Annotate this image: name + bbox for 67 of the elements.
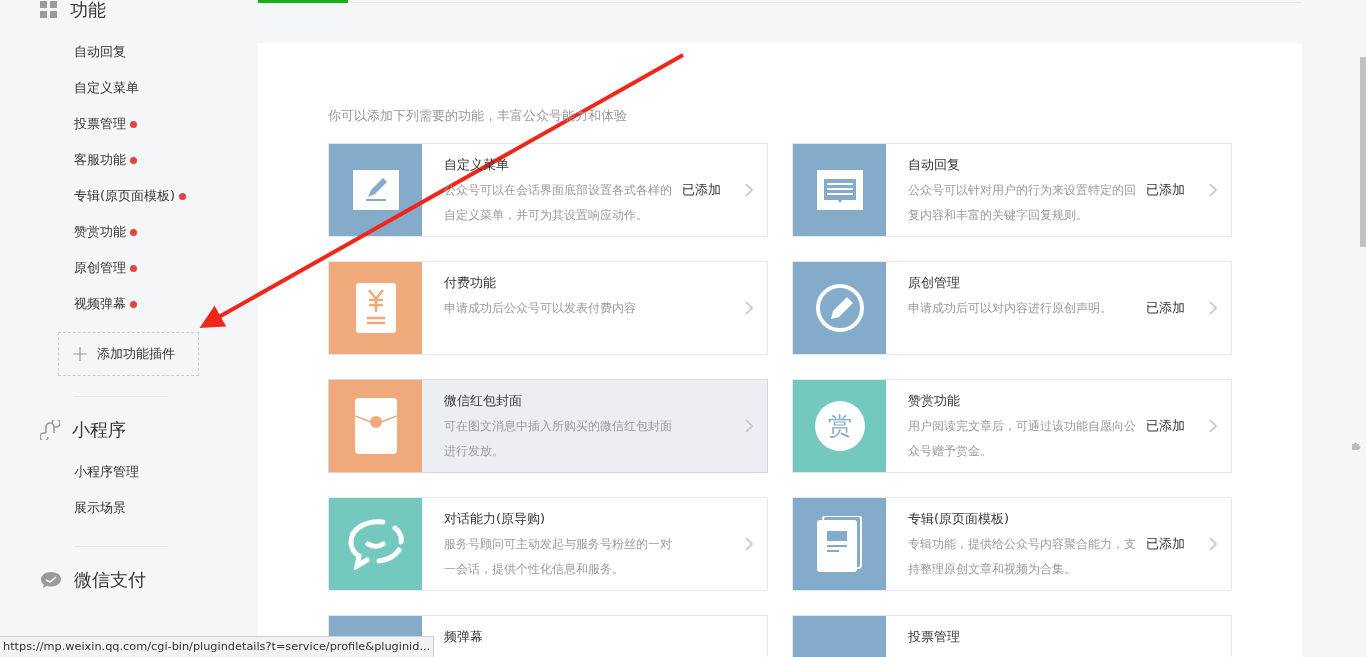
plugin-card[interactable]: 原创管理 申请成功后可以对内容进行原创声明。 已添加 bbox=[792, 261, 1232, 355]
chevron-right-icon bbox=[745, 537, 753, 551]
added-status: 已添加 bbox=[1146, 299, 1185, 317]
added-status: 已添加 bbox=[682, 181, 721, 199]
nav-item[interactable]: 视频弹幕 bbox=[0, 286, 145, 322]
added-status: 已添加 bbox=[1146, 535, 1185, 553]
nav-item[interactable]: 小程序管理 bbox=[0, 454, 147, 490]
chevron-right-icon bbox=[1209, 419, 1217, 433]
album-icon bbox=[816, 516, 863, 572]
plugin-card[interactable]: 付费功能 申请成功后公众号可以发表付费内容 bbox=[328, 261, 768, 355]
receipt-icon bbox=[355, 283, 396, 333]
envelope-icon bbox=[354, 398, 397, 454]
plugin-card[interactable]: 专辑(原页面模板) 专辑功能，提供给公众号内容聚合能力，支持整理原创文章和视频为合集。 已添加 bbox=[792, 497, 1232, 591]
plugin-title: 原创管理 bbox=[908, 274, 961, 292]
plugin-card[interactable]: 微信红包封面 可在图文消息中插入所购买的微信红包封面进行发放。 bbox=[328, 379, 768, 473]
plugin-title: 专辑(原页面模板) bbox=[908, 510, 1011, 528]
chat-icon bbox=[40, 571, 62, 589]
active-tab-indicator[interactable] bbox=[258, 0, 348, 3]
chevron-right-icon bbox=[745, 419, 753, 433]
plugin-title: 对话能力(原导购) bbox=[444, 510, 547, 528]
plugin-description: 用户阅读完文章后，可通过该功能自愿向公众号赠予赏金。 bbox=[908, 418, 1137, 460]
reward-badge: 赏 bbox=[814, 401, 865, 451]
plugin-description: 申请成功后可以对内容进行原创声明。 bbox=[908, 300, 1113, 317]
plugin-title: 赞赏功能 bbox=[908, 392, 961, 410]
nav-item[interactable]: 赞赏功能 bbox=[0, 214, 145, 250]
nav-item[interactable]: 客服功能 bbox=[0, 142, 145, 178]
add-plugin-button[interactable]: 添加功能插件 bbox=[58, 332, 199, 376]
section-title: 小程序 bbox=[72, 418, 126, 442]
plugin-card[interactable]: 赏 赞赏功能 用户阅读完文章后，可通过该功能自愿向公众号赠予赏金。 已添加 bbox=[792, 379, 1232, 473]
plugin-title: 自动回复 bbox=[908, 156, 961, 174]
section-title: 功能 bbox=[70, 0, 106, 22]
plugin-description: 申请成功后公众号可以发表付费内容 bbox=[444, 300, 637, 317]
nav-item[interactable]: 展示场景 bbox=[0, 490, 134, 526]
nav-item[interactable]: 专辑(原页面模板) bbox=[0, 178, 195, 214]
plugin-title: 频弹幕 bbox=[444, 628, 484, 646]
plugin-title: 付费功能 bbox=[444, 274, 497, 292]
grid-icon bbox=[40, 1, 58, 19]
chevron-right-icon bbox=[1209, 537, 1217, 551]
plugin-title: 投票管理 bbox=[908, 628, 961, 646]
added-status: 已添加 bbox=[1146, 417, 1185, 435]
message-icon bbox=[816, 170, 863, 210]
plus-icon bbox=[73, 347, 87, 361]
chevron-right-icon bbox=[745, 301, 753, 315]
link-icon bbox=[40, 420, 60, 440]
status-url: https://mp.weixin.qq.com/cgi-bin/plugindetails?t=service/profile&pluginid... bbox=[0, 636, 435, 657]
chevron-right-icon bbox=[745, 183, 753, 197]
nav-item[interactable]: 自动回复 bbox=[0, 34, 134, 70]
plugin-card[interactable]: 投票管理 bbox=[792, 615, 1232, 657]
added-status: 已添加 bbox=[1146, 181, 1185, 199]
plugin-description: 可在图文消息中插入所购买的微信红包封面进行发放。 bbox=[444, 418, 673, 460]
pencil-icon bbox=[352, 170, 399, 210]
nav-item[interactable]: 自定义菜单 bbox=[0, 70, 147, 106]
plugin-description: 公众号可以针对用户的行为来设置特定的回复内容和丰富的关键字回复规则。 bbox=[908, 182, 1137, 224]
nav-item[interactable]: 投票管理 bbox=[0, 106, 145, 142]
plugin-description: 服务号顾问可主动发起与服务号粉丝的一对一会话，提供个性化信息和服务。 bbox=[444, 536, 673, 578]
plugin-description: 专辑功能，提供给公众号内容聚合能力，支持整理原创文章和视频为合集。 bbox=[908, 536, 1137, 578]
smile-chat-icon bbox=[346, 518, 405, 570]
puzzle-icon bbox=[1351, 441, 1361, 451]
chevron-right-icon bbox=[1209, 301, 1217, 315]
plugin-title: 微信红包封面 bbox=[444, 392, 523, 410]
pencil-circle-icon bbox=[814, 283, 865, 333]
scrollbar-thumb[interactable] bbox=[1360, 57, 1366, 247]
chevron-right-icon bbox=[1209, 183, 1217, 197]
nav-item[interactable]: 原创管理 bbox=[0, 250, 145, 286]
plugin-card[interactable]: 自动回复 公众号可以针对用户的行为来设置特定的回复内容和丰富的关键字回复规则。 已添加 bbox=[792, 143, 1232, 237]
plugin-card[interactable]: 对话能力(原导购) 服务号顾问可主动发起与服务号粉丝的一对一会话，提供个性化信息和服务。 bbox=[328, 497, 768, 591]
section-title: 微信支付 bbox=[74, 568, 146, 592]
